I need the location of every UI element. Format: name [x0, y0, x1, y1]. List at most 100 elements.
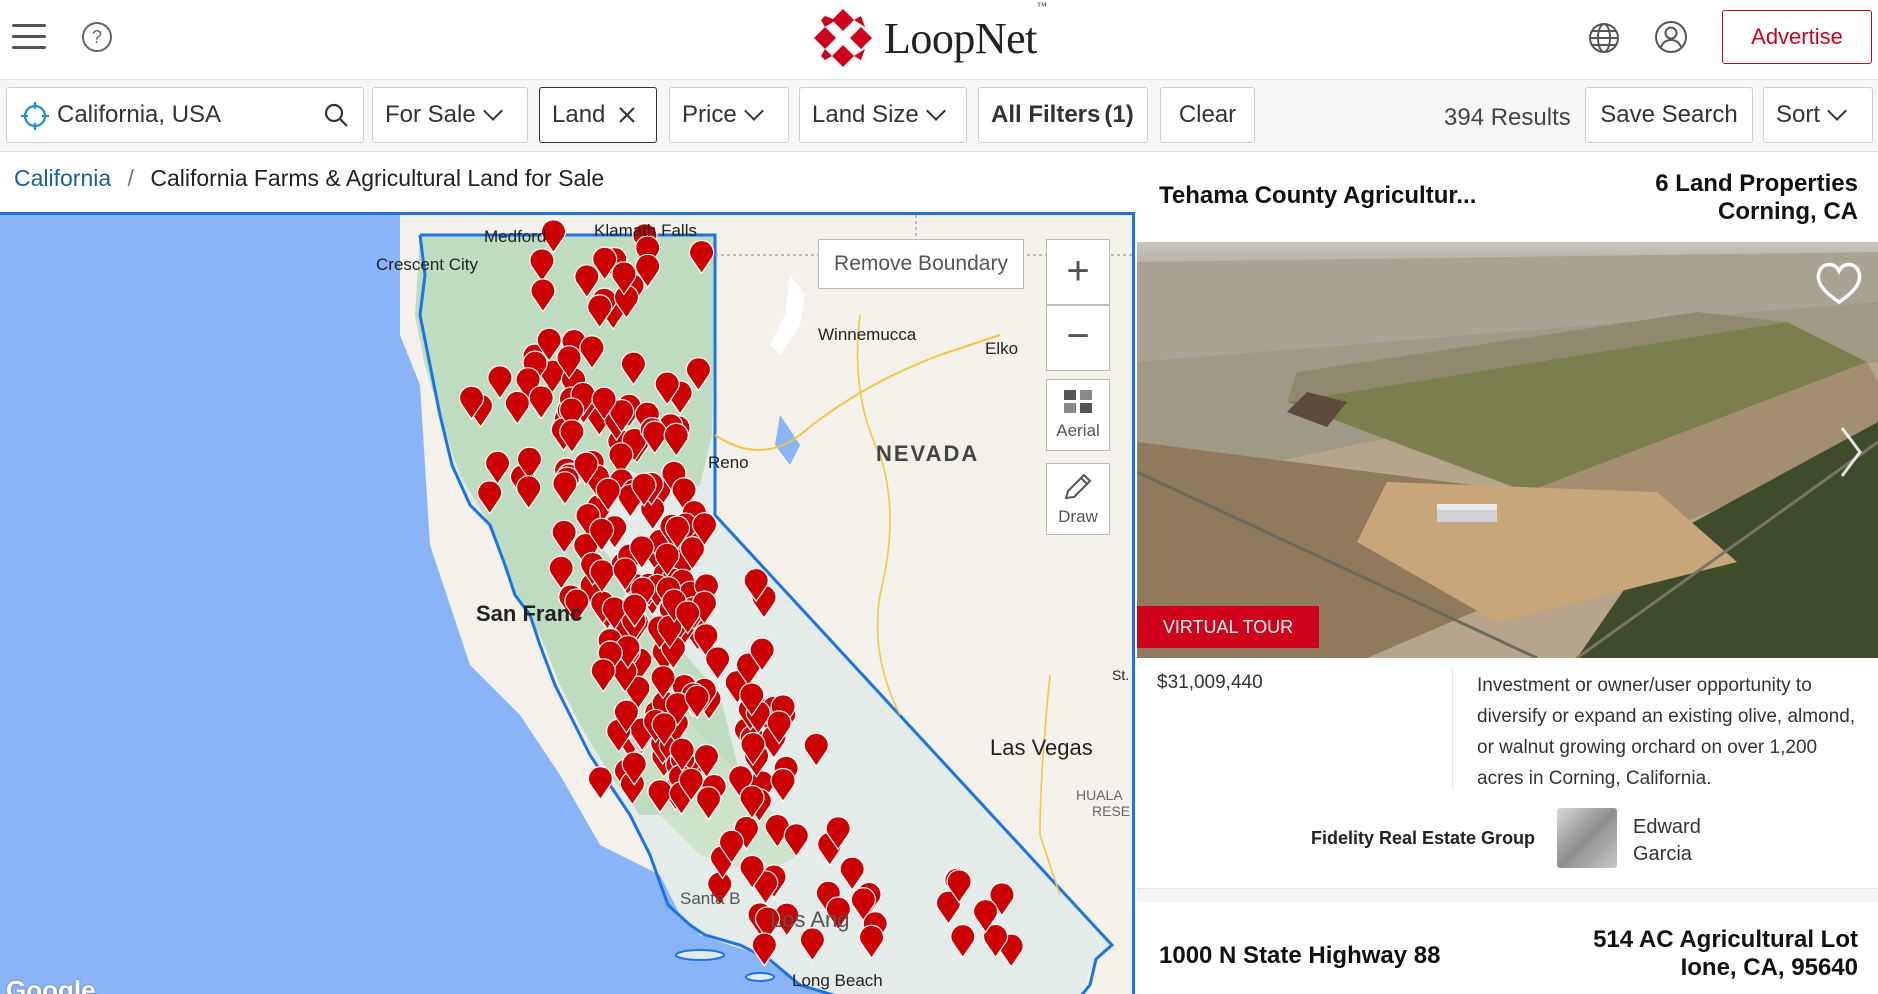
listing-marker-icon[interactable] [839, 856, 865, 891]
listing-marker-icon[interactable] [950, 924, 976, 959]
listing-marker-icon[interactable] [579, 335, 605, 370]
all-filters-count: (1) [1104, 101, 1134, 128]
agent-name[interactable]: Edward Garcia [1633, 814, 1701, 868]
user-account-icon[interactable] [1654, 20, 1688, 54]
divider [1452, 668, 1453, 788]
listing-photo[interactable]: VIRTUAL TOUR [1137, 242, 1878, 658]
logo-text: LoopNet [884, 13, 1037, 63]
draw-button[interactable]: Draw [1046, 463, 1110, 535]
listing-subtitle: 6 Land Properties Corning, CA [1655, 170, 1858, 226]
map-label-santa-barbara: Santa B [680, 889, 741, 908]
listing-marker-icon[interactable] [803, 732, 829, 768]
land-filter-chip[interactable]: Land [539, 87, 657, 143]
listing-marker-icon[interactable] [858, 924, 885, 960]
chevron-down-icon [482, 101, 503, 121]
listing-marker-icon[interactable] [647, 779, 673, 814]
listing-subtitle-line2: Corning, CA [1718, 198, 1858, 225]
virtual-tour-badge[interactable]: VIRTUAL TOUR [1137, 606, 1319, 648]
advertise-button[interactable]: Advertise [1722, 10, 1872, 64]
map-view[interactable]: Remove Boundary + − Aerial Draw Medford … [0, 212, 1135, 994]
listing-marker-icon[interactable] [528, 385, 554, 420]
listing-marker-icon[interactable] [620, 351, 647, 386]
for-sale-label: For Sale [385, 101, 476, 128]
search-icon[interactable] [323, 102, 349, 128]
all-filters-button[interactable]: All Filters (1) [978, 87, 1148, 143]
chevron-down-icon [1827, 101, 1847, 121]
aerial-label: Aerial [1056, 421, 1100, 440]
listing-marker-icon[interactable] [552, 471, 578, 506]
heart-favorite-icon[interactable] [1814, 260, 1864, 306]
listing-marker-icon[interactable] [477, 480, 503, 515]
all-filters-label: All Filters [991, 101, 1101, 128]
filter-bar: California, USA For Sale Land Price Land… [0, 80, 1878, 152]
listing-marker-icon[interactable] [504, 390, 530, 426]
aerial-button[interactable]: Aerial [1046, 379, 1110, 451]
map-label-nevada: NEVADA [876, 441, 980, 466]
map-label-reservation: RESE [1092, 803, 1131, 819]
land-size-dropdown[interactable]: Land Size [799, 87, 967, 143]
listing-marker-icon[interactable] [587, 766, 613, 801]
broker-name[interactable]: Fidelity Real Estate Group [1311, 828, 1535, 849]
menu-icon[interactable] [12, 24, 46, 50]
location-target-icon [21, 102, 49, 130]
listing-marker-icon[interactable] [529, 248, 555, 283]
location-search-input[interactable]: California, USA [6, 87, 364, 143]
listing-marker-icon[interactable] [516, 475, 542, 510]
listing-marker-icon[interactable] [487, 365, 513, 400]
listing-price: $31,009,440 [1157, 672, 1263, 693]
map-label-hualapai: HUALA [1076, 787, 1123, 803]
map-label-klamath: Klamath Falls [594, 221, 697, 240]
for-sale-dropdown[interactable]: For Sale [372, 87, 528, 143]
listing-marker-icon[interactable] [530, 278, 556, 313]
chevron-down-icon [743, 101, 764, 121]
save-search-button[interactable]: Save Search [1585, 87, 1753, 143]
listing-marker-icon[interactable] [689, 240, 715, 275]
chevron-right-icon[interactable] [1836, 422, 1866, 482]
globe-icon[interactable] [1588, 22, 1620, 54]
help-icon[interactable]: ? [82, 22, 112, 52]
land-size-label: Land Size [812, 101, 919, 128]
map-label-los-angeles: Los Ang [770, 907, 850, 932]
sort-dropdown[interactable]: Sort [1763, 87, 1873, 143]
clear-button[interactable]: Clear [1160, 87, 1255, 143]
price-dropdown[interactable]: Price [669, 87, 789, 143]
listing-title[interactable]: 1000 N State Highway 88 [1159, 942, 1440, 970]
close-icon[interactable] [617, 105, 637, 125]
loopnet-logo-mark-icon [814, 9, 872, 67]
loopnet-logo[interactable]: LoopNet™ [812, 1, 1047, 70]
zoom-out-button[interactable]: − [1046, 305, 1110, 371]
map-label-elko: Elko [985, 339, 1019, 358]
map-label-medford: Medford [484, 227, 547, 246]
listing-marker-icon[interactable] [548, 555, 574, 591]
listing-marker-icon[interactable] [484, 450, 511, 486]
listing-marker-icon[interactable] [590, 658, 616, 693]
breadcrumb-link-california[interactable]: California [14, 165, 111, 191]
listing-marker-icon[interactable] [783, 823, 809, 858]
map-label-winnemucca: Winnemucca [818, 325, 917, 344]
listing-description: Investment or owner/user opportunity to … [1477, 675, 1856, 789]
draw-label: Draw [1058, 507, 1098, 526]
agent-first-name: Edward [1633, 816, 1701, 838]
save-search-label: Save Search [1600, 101, 1738, 128]
listing-marker-icon[interactable] [695, 786, 722, 821]
map-label-las-vegas: Las Vegas [990, 735, 1093, 760]
listing-title[interactable]: Tehama County Agricultur... [1159, 182, 1476, 210]
agent-avatar [1557, 808, 1617, 868]
zoom-in-button[interactable]: + [1046, 239, 1110, 305]
sort-label: Sort [1776, 101, 1821, 128]
listing-marker-icon[interactable] [663, 422, 689, 458]
land-label: Land [552, 101, 606, 128]
map-label-long-beach: Long Beach [792, 971, 883, 990]
listing-subtitle: 514 AC Agricultural Lot Ione, CA, 95640 [1593, 926, 1858, 982]
listing-marker-icon[interactable] [705, 646, 731, 681]
listing-subtitle-line2: Ione, CA, 95640 [1680, 954, 1858, 981]
location-search-value: California, USA [57, 101, 222, 128]
aerial-farm-photo [1137, 242, 1878, 658]
google-logo: Google [6, 975, 96, 994]
listing-panel: Tehama County Agricultur... 6 Land Prope… [1137, 152, 1878, 994]
remove-boundary-button[interactable]: Remove Boundary [818, 239, 1024, 289]
listing-marker-icon[interactable] [551, 519, 577, 555]
listing-marker-icon[interactable] [770, 767, 796, 803]
listing-marker-icon[interactable] [751, 932, 777, 967]
map-label-san-francisco: San Franc [476, 601, 583, 626]
